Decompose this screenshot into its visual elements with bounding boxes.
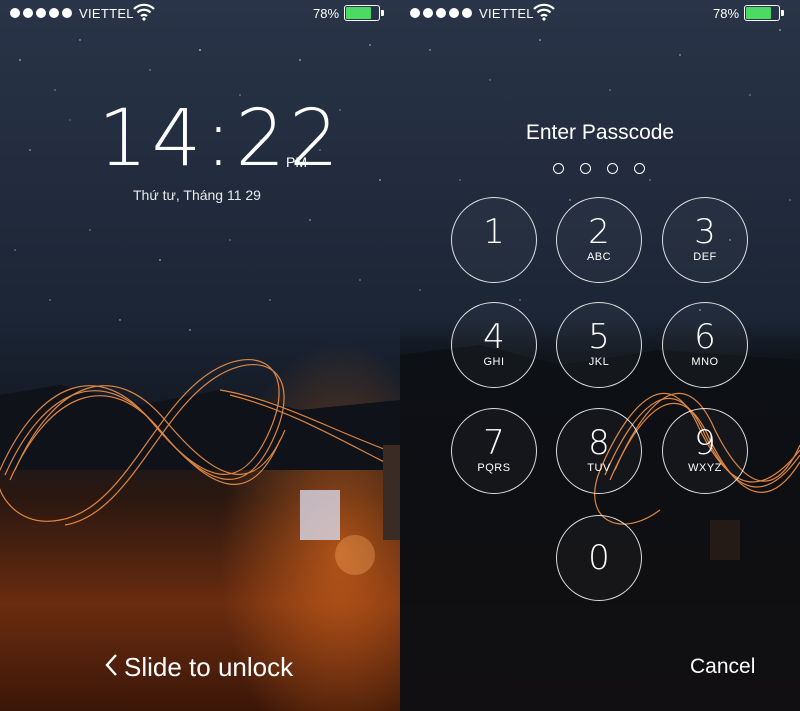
passcode-screen: VIETTEL 78% Enter Passcode 1 2 ABC 3 DEF… (400, 0, 800, 711)
key-digit: 8 (588, 423, 610, 463)
key-6[interactable]: 6 MNO (662, 302, 748, 388)
key-letters: TUV (587, 462, 611, 474)
key-9[interactable]: 9 WXYZ (662, 408, 748, 494)
slide-label: Slide to unlock (124, 652, 294, 682)
key-letters: GHI (483, 356, 505, 368)
key-digit: 3 (694, 212, 716, 252)
key-digit: 9 (694, 423, 716, 463)
key-8[interactable]: 8 TUV (556, 408, 642, 494)
key-letters: PQRS (477, 462, 511, 474)
key-5[interactable]: 5 JKL (556, 302, 642, 388)
key-4[interactable]: 4 GHI (451, 302, 537, 388)
passcode-dot (607, 163, 618, 174)
key-letters: DEF (693, 251, 717, 263)
passcode-dot (553, 163, 564, 174)
key-digit: 6 (694, 317, 716, 357)
key-digit: 2 (588, 212, 610, 252)
passcode-dot (580, 163, 591, 174)
key-digit: 7 (483, 423, 505, 463)
screens: VIETTEL 78% 14:22 PM Thứ tư, Tháng 11 29… (0, 0, 800, 711)
carrier-name: VIETTEL (79, 6, 134, 21)
wifi-icon (533, 3, 555, 24)
status-bar: VIETTEL 78% (400, 0, 800, 28)
carrier-name: VIETTEL (479, 6, 534, 21)
key-letters: ABC (586, 251, 612, 263)
battery-icon (344, 5, 384, 21)
key-digit: 1 (483, 212, 505, 252)
status-bar: VIETTEL 78% (0, 0, 400, 28)
key-digit: 5 (588, 317, 610, 357)
key-digit: 4 (483, 317, 505, 357)
key-0[interactable]: 0 (556, 515, 642, 601)
key-letters: WXYZ (688, 462, 722, 474)
cancel-button[interactable]: Cancel (690, 655, 755, 679)
key-1[interactable]: 1 (451, 197, 537, 283)
battery-icon (744, 5, 784, 21)
lock-screen: VIETTEL 78% 14:22 PM Thứ tư, Tháng 11 29… (0, 0, 400, 711)
signal-icon (410, 8, 472, 18)
key-letters: JKL (588, 356, 610, 368)
slide-to-unlock[interactable]: Slide to unlock (104, 652, 293, 683)
key-digit: 0 (588, 538, 610, 578)
passcode-dots (553, 163, 645, 174)
key-2[interactable]: 2 ABC (556, 197, 642, 283)
key-letters: MNO (691, 356, 719, 368)
key-3[interactable]: 3 DEF (662, 197, 748, 283)
date-label: Thứ tư, Tháng 11 29 (133, 187, 261, 203)
clock-ampm: PM (286, 154, 307, 170)
passcode-dot (634, 163, 645, 174)
passcode-title: Enter Passcode (525, 121, 675, 144)
key-7[interactable]: 7 PQRS (451, 408, 537, 494)
chevron-left-icon (104, 653, 118, 683)
battery-percent: 78% (713, 6, 740, 21)
battery-percent: 78% (313, 6, 340, 21)
wifi-icon (133, 3, 155, 24)
signal-icon (10, 8, 72, 18)
